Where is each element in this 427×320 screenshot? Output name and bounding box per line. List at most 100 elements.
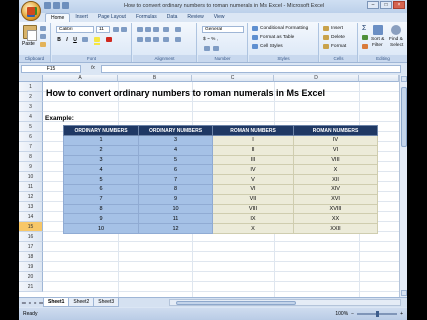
first-sheet-icon[interactable]: ◂◂ [21,300,26,306]
row-header[interactable]: 12 [19,192,43,202]
table-cell[interactable]: 6 [63,183,139,195]
delete-button[interactable]: Delete [331,35,345,40]
table-cell[interactable]: 4 [63,164,139,176]
table-cell[interactable]: IV [212,164,294,176]
conditional-formatting-button[interactable]: Conditional Formatting [260,26,308,31]
row-header[interactable]: 14 [19,212,43,222]
table-cell[interactable]: 9 [63,213,139,225]
vertical-scroll-thumb[interactable] [401,87,407,147]
table-header[interactable]: ORDINARY NUMBERS [138,125,213,136]
paste-icon[interactable] [23,25,37,41]
italic-button[interactable]: I [64,37,70,43]
table-cell[interactable]: 11 [138,213,213,225]
clear-icon[interactable] [362,44,368,49]
align-left-icon[interactable] [137,37,143,42]
insert-button[interactable]: Insert [331,26,343,31]
table-cell[interactable]: XVIII [293,203,378,215]
row-header[interactable]: 13 [19,202,43,212]
row-header[interactable]: 21 [19,282,43,292]
column-header-d[interactable]: D [274,75,359,82]
zoom-in-icon[interactable]: + [400,308,403,320]
name-box[interactable]: F15 [21,65,81,73]
table-cell[interactable]: XX [293,213,378,225]
font-size-combo[interactable]: 11 [96,26,110,33]
row-header[interactable]: 20 [19,272,43,282]
column-header-c[interactable]: C [192,75,274,82]
row-header[interactable]: 15 [19,222,43,232]
row-header[interactable]: 16 [19,232,43,242]
tab-insert[interactable]: Insert [70,13,93,22]
save-icon[interactable] [44,2,51,9]
table-header[interactable]: ROMAN NUMBERS [212,125,294,136]
select-label[interactable]: Select [390,43,403,48]
table-cell[interactable]: IV [293,135,378,146]
table-cell[interactable]: VIII [212,203,294,215]
sheet-title-cell[interactable]: How to convert ordinary numbers to roman… [46,88,325,98]
table-header[interactable]: ROMAN NUMBERS [293,125,378,136]
indent-icon[interactable] [163,37,169,42]
underline-button[interactable]: U [72,37,78,43]
number-format-buttons[interactable]: $ ~ % , [203,37,218,42]
table-cell[interactable]: 3 [138,135,213,146]
font-color-icon[interactable] [106,37,112,42]
cut-icon[interactable] [40,26,46,31]
horizontal-scroll-thumb[interactable] [176,301,296,305]
table-cell[interactable]: VIII [293,154,378,166]
tab-home[interactable]: Home [45,13,71,22]
align-right-icon[interactable] [153,37,159,42]
table-cell[interactable]: XIV [293,183,378,195]
insert-function-icon[interactable]: fx [91,65,95,71]
row-header[interactable]: 17 [19,242,43,252]
shrink-font-icon[interactable] [121,27,127,32]
format-painter-icon[interactable] [40,42,46,47]
redo-icon[interactable] [62,2,69,9]
table-header[interactable]: ORDINARY NUMBERS [63,125,139,136]
next-sheet-icon[interactable]: ▸ [33,300,38,306]
sheet-tab-sheet3[interactable]: Sheet3 [93,298,120,307]
table-cell[interactable]: II [212,144,294,156]
select-all-button[interactable] [19,75,43,82]
table-cell[interactable]: 6 [138,164,213,176]
align-bottom-icon[interactable] [153,27,159,32]
tab-review[interactable]: Review [182,13,208,22]
table-cell[interactable]: I [212,135,294,146]
table-cell[interactable]: 10 [138,203,213,215]
formula-input[interactable] [101,65,401,73]
paste-button[interactable]: Paste [22,41,35,47]
row-header[interactable]: 18 [19,252,43,262]
table-cell[interactable]: 8 [138,183,213,195]
increase-decimal-icon[interactable] [204,46,210,51]
column-header-a[interactable]: A [43,75,118,82]
tab-view[interactable]: View [209,13,230,22]
zoom-slider[interactable] [357,311,398,317]
fill-color-icon[interactable] [94,37,100,42]
find-select-label[interactable]: Find & [389,37,403,42]
bold-button[interactable]: B [56,37,62,43]
table-cell[interactable]: V [212,174,294,185]
sort-filter-label[interactable]: Sort & [371,37,384,42]
table-cell[interactable]: XVI [293,193,378,205]
grow-font-icon[interactable] [113,27,119,32]
scroll-up-icon[interactable] [401,76,407,82]
table-cell[interactable]: X [212,223,294,234]
table-cell[interactable]: III [212,154,294,166]
row-header[interactable]: 10 [19,172,43,182]
vertical-scrollbar[interactable] [399,75,407,297]
maximize-button[interactable]: □ [380,1,392,9]
fill-icon[interactable] [362,35,368,40]
office-button[interactable] [21,1,41,21]
table-cell[interactable]: 8 [63,203,139,215]
align-top-icon[interactable] [137,27,143,32]
table-cell[interactable]: VII [212,193,294,205]
merge-center-icon[interactable] [175,37,181,42]
table-cell[interactable]: IX [212,213,294,225]
table-cell[interactable]: 1 [63,135,139,146]
row-header[interactable]: 5 [19,122,43,132]
row-header[interactable]: 9 [19,162,43,172]
sheet-tab-sheet1[interactable]: Sheet1 [43,298,70,307]
table-cell[interactable]: VI [293,144,378,156]
table-cell[interactable]: 7 [138,174,213,185]
borders-icon[interactable] [82,37,88,42]
decrease-decimal-icon[interactable] [213,46,219,51]
sheet-tab-sheet2[interactable]: Sheet2 [68,298,95,307]
